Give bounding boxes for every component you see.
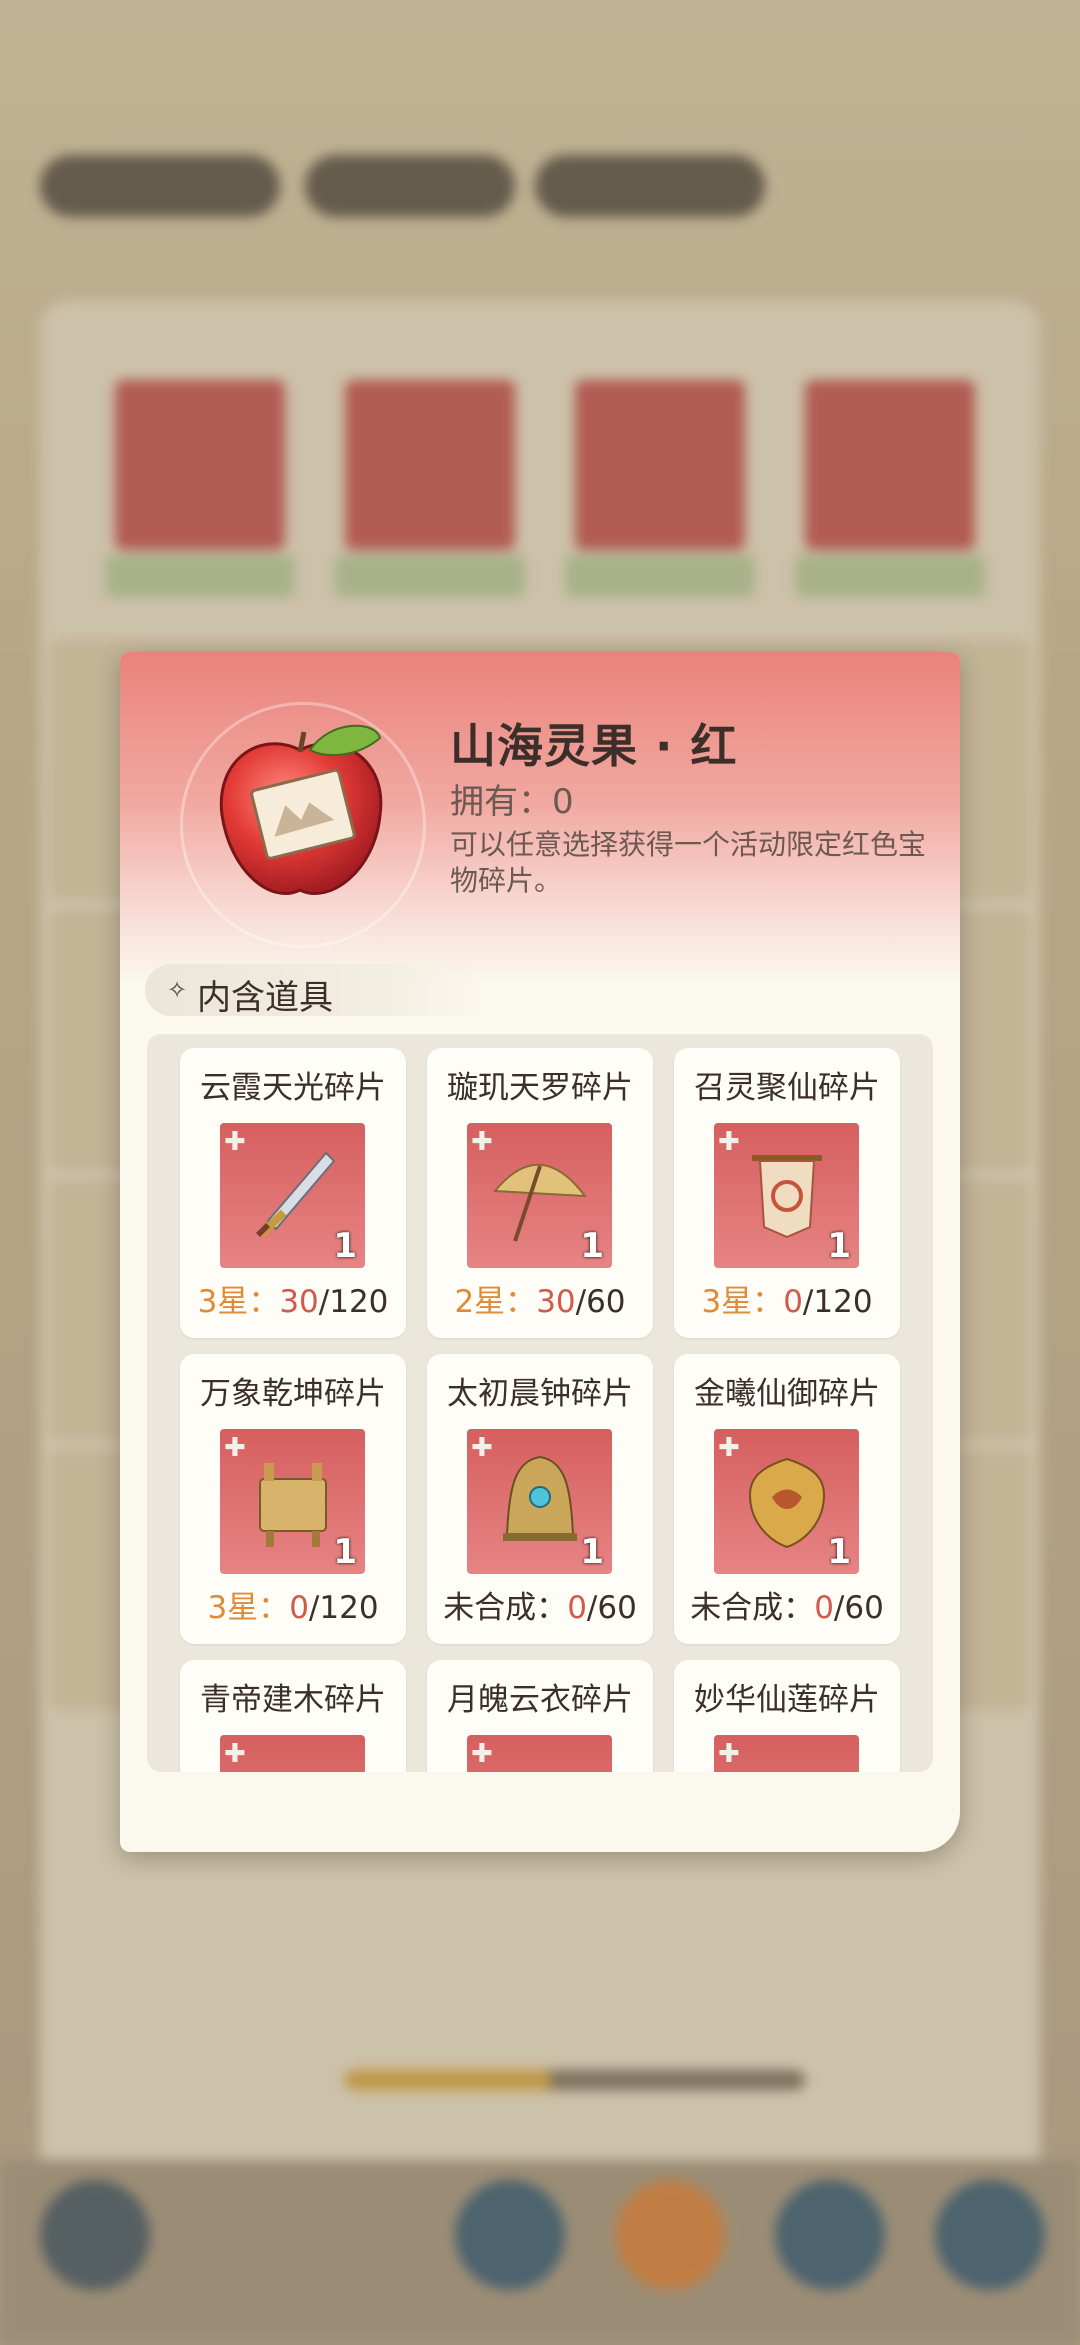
item-card-art: ✚ 1 — [220, 1429, 365, 1574]
item-card-quantity: 1 — [827, 1532, 851, 1572]
owned-count: 拥有：0 — [450, 774, 574, 823]
umbrella-icon — [492, 1163, 588, 1242]
owned-label: 拥有： — [450, 782, 552, 822]
item-card-art: ✚ 1 — [220, 1123, 365, 1268]
item-card-art: ✚ 1 — [467, 1123, 612, 1268]
item-card[interactable]: 召灵聚仙碎片 ✚ 1 3星：0/120 — [674, 1048, 900, 1338]
item-card-name: 璇玑天罗碎片 — [447, 1070, 633, 1106]
item-card-name: 青帝建木碎片 — [200, 1682, 386, 1718]
fragment-icon: ✚ — [224, 1739, 246, 1769]
item-card-name: 云霞天光碎片 — [200, 1070, 386, 1106]
item-card-progress: 3星：0/120 — [207, 1590, 379, 1626]
item-card-art: ✚ — [220, 1735, 365, 1772]
item-card[interactable]: 妙华仙莲碎片 ✚ — [674, 1660, 900, 1772]
shield-icon — [748, 1457, 826, 1549]
item-card-progress: 未合成：0/60 — [443, 1590, 637, 1626]
item-detail-dialog: 山海灵果 · 红 拥有：0 可以任意选择获得一个活动限定红色宝物碎片。 ✧ 内含… — [120, 652, 960, 1852]
item-card[interactable]: 月魄云衣碎片 ✚ — [427, 1660, 653, 1772]
item-card[interactable]: 万象乾坤碎片 ✚ 1 3星：0/120 — [180, 1354, 406, 1644]
item-card[interactable]: 金曦仙御碎片 ✚ 1 未合成：0/60 — [674, 1354, 900, 1644]
owned-value: 0 — [552, 782, 574, 822]
item-card-quantity: 1 — [580, 1226, 604, 1266]
item-card-progress: 未合成：0/60 — [690, 1590, 884, 1626]
item-card[interactable]: 云霞天光碎片 ✚ 1 3星：30/120 — [180, 1048, 406, 1338]
item-grid[interactable]: 云霞天光碎片 ✚ 1 3星：30/120 璇玑天罗碎片 ✚ 1 2星：30/60… — [147, 1034, 933, 1772]
item-card-art: ✚ 1 — [467, 1429, 612, 1574]
item-card-progress: 3星：0/120 — [701, 1284, 873, 1320]
item-card[interactable]: 青帝建木碎片 ✚ — [180, 1660, 406, 1772]
item-card-quantity: 1 — [333, 1226, 357, 1266]
bell-icon — [503, 1455, 577, 1541]
section-title: 内含道具 — [197, 978, 333, 1018]
banner-icon — [752, 1155, 822, 1239]
item-card-art: ✚ — [467, 1735, 612, 1772]
sparkle-icon: ✧ — [167, 976, 188, 1004]
item-card-name: 妙华仙莲碎片 — [694, 1682, 880, 1718]
item-card-progress: 2星：30/60 — [454, 1284, 626, 1320]
item-card-art: ✚ — [714, 1735, 859, 1772]
contents-section-header: ✧ 内含道具 — [145, 964, 485, 1018]
item-card[interactable]: 太初晨钟碎片 ✚ 1 未合成：0/60 — [427, 1354, 653, 1644]
item-description: 可以任意选择获得一个活动限定红色宝物碎片。 — [450, 828, 927, 897]
item-card-name: 万象乾坤碎片 — [200, 1376, 386, 1412]
item-card-name: 召灵聚仙碎片 — [694, 1070, 880, 1106]
item-card-quantity: 1 — [580, 1532, 604, 1572]
fragment-icon: ✚ — [718, 1739, 740, 1769]
item-card-name: 太初晨钟碎片 — [447, 1376, 633, 1412]
sword-icon — [256, 1151, 336, 1237]
item-card-art: ✚ 1 — [714, 1123, 859, 1268]
item-card-progress: 3星：30/120 — [197, 1284, 389, 1320]
item-card-art: ✚ 1 — [714, 1429, 859, 1574]
item-card[interactable]: 璇玑天罗碎片 ✚ 1 2星：30/60 — [427, 1048, 653, 1338]
cauldron-icon — [259, 1463, 327, 1547]
item-card-quantity: 1 — [333, 1532, 357, 1572]
item-title: 山海灵果 · 红 — [450, 719, 738, 773]
item-card-quantity: 1 — [827, 1226, 851, 1266]
spirit-fruit-icon — [219, 724, 383, 895]
fragment-icon: ✚ — [471, 1739, 493, 1769]
item-card-name: 金曦仙御碎片 — [694, 1376, 880, 1412]
item-card-name: 月魄云衣碎片 — [447, 1682, 633, 1718]
